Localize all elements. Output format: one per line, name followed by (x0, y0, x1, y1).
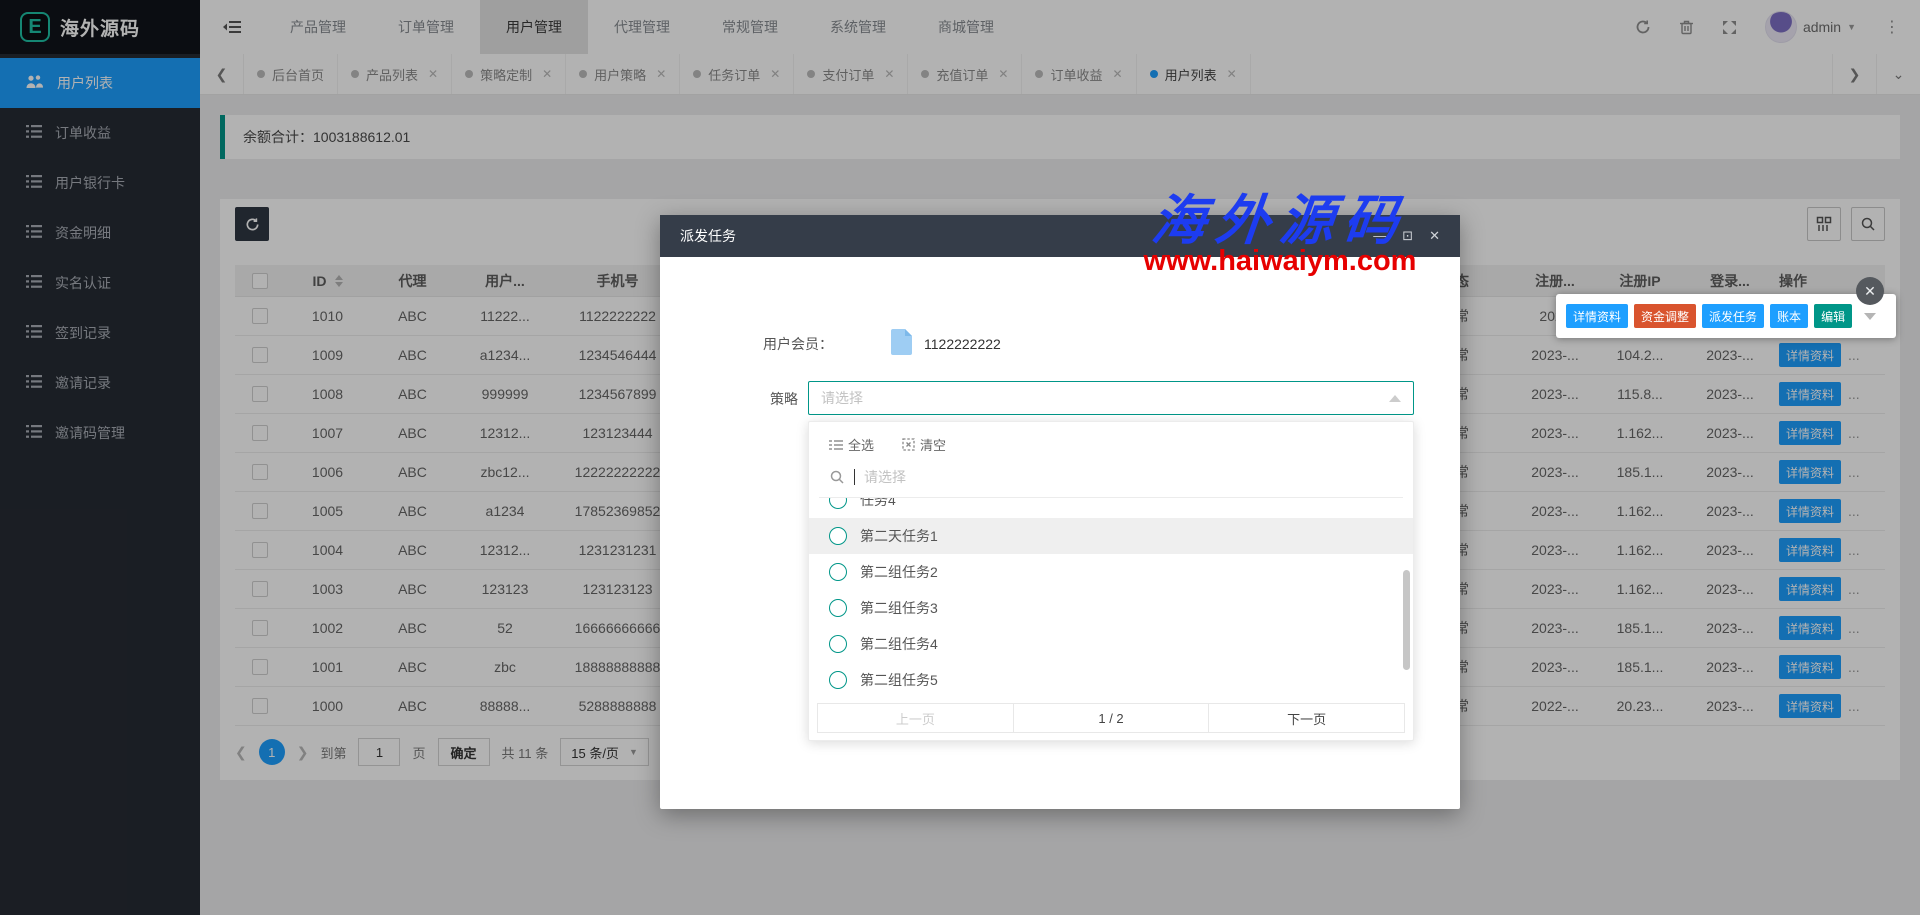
strategy-select[interactable]: 请选择 (808, 381, 1414, 415)
file-icon (891, 329, 912, 358)
radio-icon (829, 599, 847, 617)
dropdown-pager: 上一页 1 / 2 下一页 (817, 703, 1405, 733)
strategy-label: 策略 (770, 389, 798, 409)
modal-body: 用户会员： 1122222222 策略 请选择 全选 (660, 257, 1460, 809)
popup-button-详情资料[interactable]: 详情资料 (1566, 304, 1628, 328)
popup-button-资金调整[interactable]: 资金调整 (1634, 304, 1696, 328)
dropdown-search[interactable]: 请选择 (819, 458, 1403, 498)
dropdown-option-第二组任务2[interactable]: 第二组任务2 (809, 554, 1413, 590)
member-row: 用户会员： 1122222222 (755, 329, 1001, 358)
dropdown-prev-button[interactable]: 上一页 (817, 703, 1014, 733)
member-value: 1122222222 (924, 336, 1001, 352)
select-all-label: 全选 (848, 435, 874, 454)
radio-icon (829, 527, 847, 545)
radio-icon (829, 563, 847, 581)
row-action-popup: 详情资料资金调整派发任务账本编辑 (1556, 294, 1896, 338)
select-placeholder: 请选择 (821, 388, 863, 408)
dropdown-option-第二组任务4[interactable]: 第二组任务4 (809, 626, 1413, 662)
radio-icon (829, 635, 847, 653)
radio-icon (829, 671, 847, 689)
option-label: 第二组任务5 (860, 670, 938, 690)
strategy-dropdown: 全选 清空 请选择 任务4 第二天任务1 第二组任务2 第二组任务3 第二组任务4 第二组… (808, 421, 1414, 741)
dispatch-task-modal: 派发任务 — ⊡ ✕ 用户会员： 1122222222 策略 请选择 (660, 215, 1460, 809)
popup-button-编辑[interactable]: 编辑 (1814, 304, 1852, 328)
option-label: 第二天任务1 (860, 526, 938, 546)
popup-button-派发任务[interactable]: 派发任务 (1702, 304, 1764, 328)
modal-header-icons: — ⊡ ✕ (1373, 228, 1440, 244)
dropdown-page-info: 1 / 2 (1013, 703, 1210, 733)
dropdown-scrollbar[interactable] (1403, 570, 1410, 670)
modal-header: 派发任务 — ⊡ ✕ (660, 215, 1460, 257)
option-label: 第二组任务2 (860, 562, 938, 582)
member-label: 用户会员： (755, 334, 833, 354)
select-all-button[interactable]: 全选 (829, 435, 874, 454)
popup-more-caret-icon[interactable] (1864, 313, 1876, 320)
dropdown-option-任务4[interactable]: 任务4 (809, 498, 1413, 518)
minimize-icon[interactable]: — (1373, 228, 1386, 244)
dropdown-option-第二天任务1[interactable]: 第二天任务1 (809, 518, 1413, 554)
dropdown-options: 任务4 第二天任务1 第二组任务2 第二组任务3 第二组任务4 第二组任务5 (809, 498, 1413, 702)
chevron-up-icon (1389, 395, 1401, 402)
popup-close-icon[interactable]: ✕ (1856, 277, 1884, 305)
option-label: 第二组任务4 (860, 634, 938, 654)
search-placeholder: 请选择 (864, 467, 906, 487)
dropdown-option-第二组任务3[interactable]: 第二组任务3 (809, 590, 1413, 626)
option-label: 第二组任务3 (860, 598, 938, 618)
text-cursor (854, 469, 855, 485)
modal-title: 派发任务 (680, 226, 736, 246)
maximize-icon[interactable]: ⊡ (1402, 228, 1413, 244)
search-icon (829, 469, 845, 485)
screen: E 海外源码 用户列表订单收益用户银行卡资金明细实名认证签到记录邀请记录邀请码管… (0, 0, 1920, 915)
clear-button[interactable]: 清空 (902, 435, 946, 454)
clear-label: 清空 (920, 435, 946, 454)
radio-icon (829, 498, 847, 509)
dropdown-option-第二组任务5[interactable]: 第二组任务5 (809, 662, 1413, 698)
close-icon[interactable]: ✕ (1429, 228, 1440, 244)
dropdown-next-button[interactable]: 下一页 (1208, 703, 1405, 733)
popup-button-账本[interactable]: 账本 (1770, 304, 1808, 328)
option-label: 任务4 (860, 498, 896, 510)
dropdown-tools: 全选 清空 (809, 422, 1413, 458)
